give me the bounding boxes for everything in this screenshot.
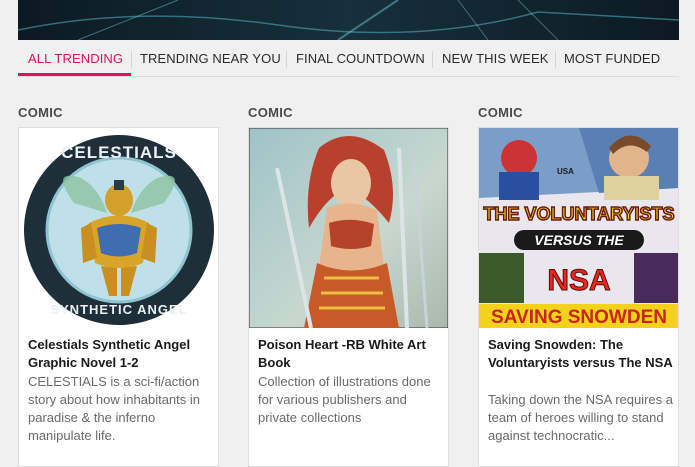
- tab-trending-near-you[interactable]: TRENDING NEAR YOU: [140, 44, 281, 74]
- tab-divider: [286, 51, 287, 68]
- cover-title-line-1: THE VOLUNTARYISTS: [483, 204, 674, 224]
- project-description: CELESTIALS is a sci-fi/action story abou…: [28, 374, 200, 443]
- project-card[interactable]: CELESTIALS SYNTHETIC ANGEL Celestials Sy…: [18, 127, 219, 467]
- saving-snowden-cover-image[interactable]: USA THE VOLUNTARYISTS VERSUS THE NSA SAV…: [479, 128, 678, 328]
- celestials-image-title: CELESTIALS: [61, 143, 177, 162]
- tab-final-countdown[interactable]: FINAL COUNTDOWN: [296, 44, 425, 74]
- category-label[interactable]: COMIC: [18, 105, 63, 120]
- project-card[interactable]: USA THE VOLUNTARYISTS VERSUS THE NSA SAV…: [478, 127, 679, 467]
- project-title[interactable]: Poison Heart -RB White Art Book: [258, 336, 443, 372]
- celestials-image-subtitle: SYNTHETIC ANGEL: [50, 302, 187, 317]
- tab-divider: [432, 51, 433, 68]
- project-card[interactable]: Poison Heart -RB White Art Book Collecti…: [248, 127, 449, 467]
- category-label[interactable]: COMIC: [478, 105, 523, 120]
- project-title[interactable]: Saving Snowden: The Voluntaryists versus…: [488, 336, 673, 372]
- cover-title-nsa: NSA: [547, 264, 610, 297]
- tab-most-funded[interactable]: MOST FUNDED: [564, 44, 660, 74]
- tab-divider: [555, 51, 556, 68]
- tab-new-this-week[interactable]: NEW THIS WEEK: [442, 44, 549, 74]
- tab-all-trending[interactable]: ALL TRENDING: [28, 44, 123, 74]
- usa-label: USA: [557, 167, 574, 176]
- category-label[interactable]: COMIC: [248, 105, 293, 120]
- tab-divider: [131, 51, 132, 68]
- hero-banner-image[interactable]: [18, 0, 679, 40]
- project-description: Collection of illustrations done for var…: [258, 374, 431, 425]
- project-title[interactable]: Celestials Synthetic Angel Graphic Novel…: [28, 336, 213, 372]
- celestials-logo-image[interactable]: CELESTIALS SYNTHETIC ANGEL: [19, 128, 218, 328]
- trending-tabs: ALL TRENDING TRENDING NEAR YOU FINAL COU…: [18, 44, 679, 77]
- cover-title-line-2: VERSUS THE: [534, 232, 624, 248]
- cover-title-bottom: SAVING SNOWDEN: [491, 307, 667, 328]
- poison-heart-illustration-image[interactable]: [249, 128, 448, 328]
- project-description: Taking down the NSA requires a team of h…: [488, 392, 673, 443]
- active-tab-indicator: [18, 73, 131, 76]
